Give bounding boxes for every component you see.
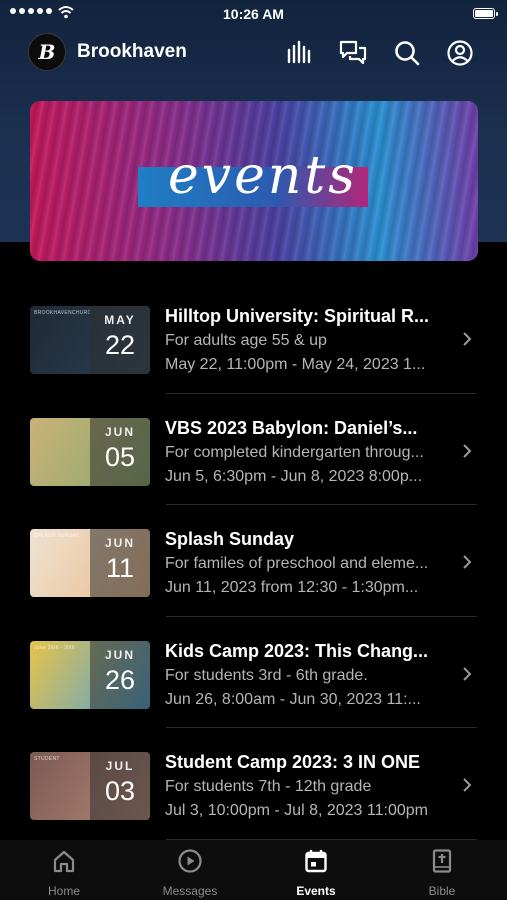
event-month: JUN <box>104 536 135 550</box>
event-day: 11 <box>105 553 135 583</box>
event-thumbnail: BROOKHAVENCHURCH.COM/EVENTS/HILLTOP MAY 22 <box>30 306 150 374</box>
chevron-right-icon <box>463 778 472 792</box>
event-month: JUL <box>105 759 135 773</box>
event-row[interactable]: STUDENT JUL 03 Student Camp 2023: 3 IN ONE F… <box>0 728 507 840</box>
event-audience: For students 7th - 12th grade <box>165 778 372 795</box>
event-audience: For adults age 55 & up <box>165 332 327 349</box>
chevron-right-icon <box>463 555 472 569</box>
tab-bar: Home Messages Events Bible <box>0 840 507 900</box>
audio-bars-icon[interactable] <box>284 38 314 68</box>
tab-bible[interactable]: Bible <box>379 840 505 900</box>
chevron-right-icon <box>463 666 472 681</box>
chevron-right-icon <box>463 443 472 458</box>
chevron-right-icon <box>463 332 472 346</box>
event-thumbnail: SPLASH SUNDAY JUN 11 <box>30 529 150 597</box>
tab-events[interactable]: Events <box>253 840 379 900</box>
event-title: Splash Sunday <box>165 529 295 549</box>
thumbnail-caption: June 26th - 30th <box>34 644 75 651</box>
battery-icon <box>473 8 498 19</box>
play-circle-icon <box>178 849 202 873</box>
event-row[interactable]: BROOKHAVENCHURCH.COM/EVENTS/HILLTOP MAY 22… <box>0 282 507 394</box>
event-title: Kids Camp 2023: This Chang... <box>165 640 429 661</box>
event-month: JUN <box>104 424 135 439</box>
events-list: BROOKHAVENCHURCH.COM/EVENTS/HILLTOP MAY 22… <box>0 282 507 840</box>
event-row[interactable]: JUN 05 VBS 2023 Babylon: Daniel’s... For co… <box>0 394 507 505</box>
thumbnail-caption: BROOKHAVENCHURCH.COM/EVENTS/HILLTOP <box>34 310 90 316</box>
app-header: B Brookhaven <box>0 30 507 76</box>
home-icon <box>53 850 75 873</box>
status-bar: 10:26 AM <box>0 0 507 28</box>
thumbnail-caption: STUDENT <box>34 756 60 762</box>
event-audience: For completed kindergarten throug... <box>165 443 424 461</box>
event-dates: Jul 3, 10:00pm - Jul 8, 2023 11:00pm <box>165 802 428 819</box>
status-time: 10:26 AM <box>223 6 284 22</box>
events-banner: events <box>30 101 478 261</box>
event-dates: Jun 26, 8:00am - Jun 30, 2023 11:... <box>165 690 421 708</box>
event-title: Hilltop University: Spiritual R... <box>165 306 430 326</box>
event-day: 05 <box>104 441 136 472</box>
app-name: Brookhaven <box>77 41 187 62</box>
event-day: 03 <box>104 776 136 806</box>
account-icon[interactable] <box>445 38 475 68</box>
event-day: 22 <box>104 330 136 360</box>
event-dates: Jun 5, 6:30pm - Jun 8, 2023 8:00p... <box>165 467 423 485</box>
event-dates: May 22, 11:00pm - May 24, 2023 1... <box>165 356 426 373</box>
tab-label: Bible <box>428 884 456 898</box>
tab-home[interactable]: Home <box>1 840 127 900</box>
event-title: VBS 2023 Babylon: Daniel’s... <box>165 417 418 438</box>
event-row[interactable]: SPLASH SUNDAY JUN 11 Splash Sunday For famil… <box>0 505 507 617</box>
event-thumbnail: June 26th - 30th JUN 26 <box>30 640 150 709</box>
search-icon[interactable] <box>392 38 422 68</box>
calendar-icon <box>305 850 327 873</box>
banner-title: events <box>168 146 358 206</box>
event-dates: Jun 11, 2023 from 12:30 - 1:30pm... <box>165 579 419 596</box>
event-thumbnail: STUDENT JUL 03 <box>30 752 150 820</box>
event-title: Student Camp 2023: 3 IN ONE <box>165 752 421 772</box>
event-audience: For students 3rd - 6th grade. <box>165 666 368 684</box>
tab-label: Home <box>47 884 80 898</box>
church-logo[interactable]: B <box>28 33 66 71</box>
tab-label: Messages <box>162 884 218 898</box>
thumbnail-caption: SPLASH SUNDAY <box>34 533 80 539</box>
event-month: MAY <box>104 313 136 327</box>
bible-icon <box>432 849 452 873</box>
event-month: JUN <box>104 647 135 662</box>
event-row[interactable]: June 26th - 30th JUN 26 Kids Camp 2023: Thi… <box>0 617 507 728</box>
chat-icon[interactable] <box>338 38 368 68</box>
event-thumbnail: JUN 05 <box>30 417 150 486</box>
tab-messages[interactable]: Messages <box>127 840 253 900</box>
event-day: 26 <box>104 664 136 695</box>
tab-label: Events <box>296 884 336 898</box>
event-audience: For familes of preschool and eleme... <box>165 555 429 572</box>
